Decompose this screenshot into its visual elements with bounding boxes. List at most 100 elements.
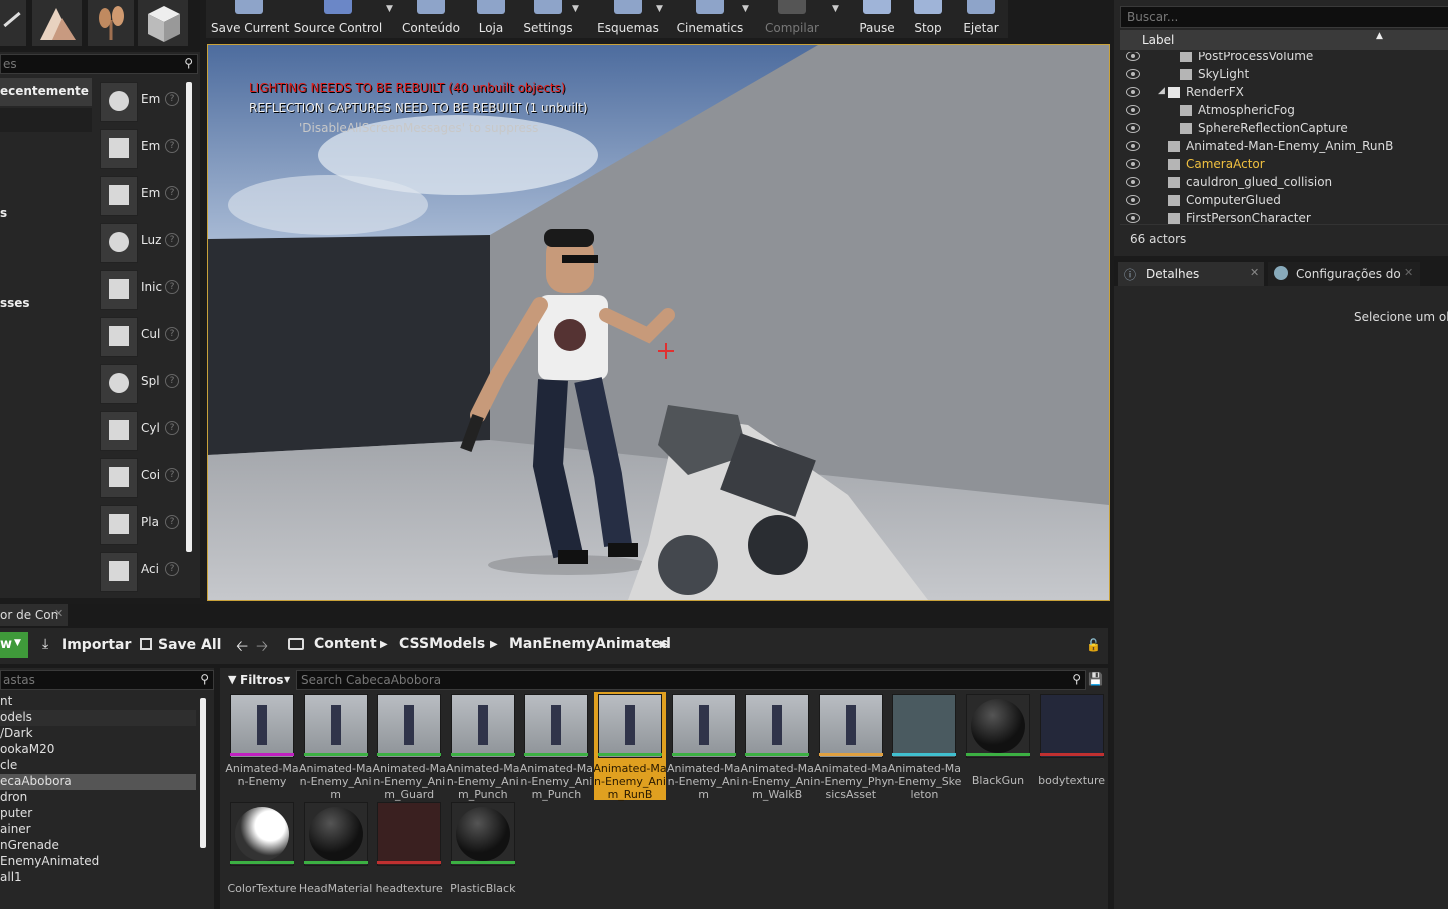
folder-item[interactable]: odels: [0, 710, 196, 726]
folder-item[interactable]: ookaM20: [0, 742, 196, 758]
breadcrumb-separator-icon[interactable]: ▶: [660, 639, 668, 650]
visibility-eye-icon[interactable]: [1126, 195, 1140, 205]
asset-tile[interactable]: headtexture: [375, 802, 443, 906]
asset-tile[interactable]: Animated-Man-Enemy_Anim: [299, 694, 372, 801]
help-icon[interactable]: ?: [165, 421, 179, 435]
source-control-button[interactable]: Source Control: [293, 0, 383, 38]
placement-item[interactable]: Luz?: [96, 221, 182, 263]
folder-item[interactable]: ainer: [0, 822, 196, 838]
folder-item[interactable]: EnemyAnimated: [0, 854, 196, 870]
outliner-row[interactable]: SkyLight: [1120, 66, 1448, 84]
placement-item[interactable]: Em?: [96, 80, 182, 122]
close-icon[interactable]: ✕: [1250, 266, 1259, 279]
visibility-eye-icon[interactable]: [1126, 105, 1140, 115]
breadcrumb-item[interactable]: ManEnemyAnimated: [509, 636, 671, 652]
modes-category-recent[interactable]: ecentemente: [0, 78, 92, 106]
asset-tile[interactable]: ColorTexture: [228, 802, 297, 906]
compilar-button[interactable]: Compilar: [762, 0, 822, 38]
conte-do-button[interactable]: Conteúdo: [400, 0, 462, 38]
help-icon[interactable]: ?: [165, 515, 179, 529]
visibility-eye-icon[interactable]: [1126, 141, 1140, 151]
outliner-row[interactable]: cauldron_glued_collision: [1120, 174, 1448, 192]
chevron-down-icon[interactable]: ▼: [386, 4, 393, 14]
help-icon[interactable]: ?: [165, 139, 179, 153]
placement-item[interactable]: Spl?: [96, 362, 182, 404]
save-all-button[interactable]: Save All: [138, 634, 222, 656]
modes-category[interactable]: [0, 108, 92, 132]
placement-item[interactable]: Coi?: [96, 456, 182, 498]
stop-button[interactable]: Stop: [908, 0, 948, 38]
visibility-eye-icon[interactable]: [1126, 213, 1140, 223]
tab-details[interactable]: ⓘ Detalhes ✕: [1118, 262, 1264, 286]
outliner-search-input[interactable]: Buscar...: [1120, 6, 1448, 28]
help-icon[interactable]: ?: [165, 327, 179, 341]
help-icon[interactable]: ?: [165, 374, 179, 388]
placement-item[interactable]: Inic?: [96, 268, 182, 310]
back-arrow-icon[interactable]: 🡠: [236, 636, 248, 661]
add-new-button[interactable]: w ▼: [0, 632, 28, 658]
breadcrumb-separator-icon[interactable]: ▶: [490, 639, 498, 650]
save-search-icon[interactable]: 💾: [1088, 672, 1103, 686]
esquemas-button[interactable]: Esquemas: [593, 0, 663, 38]
pause-button[interactable]: Pause: [854, 0, 900, 38]
asset-tile[interactable]: bodytexture: [1038, 694, 1106, 798]
modes-category[interactable]: s: [0, 202, 92, 226]
visibility-eye-icon[interactable]: [1126, 177, 1140, 187]
modes-search-input[interactable]: es ⚲: [0, 54, 198, 74]
help-icon[interactable]: ?: [165, 92, 179, 106]
lock-icon[interactable]: 🔓: [1086, 638, 1101, 652]
close-icon[interactable]: ✕: [54, 607, 63, 620]
asset-tile[interactable]: Animated-Man-Enemy_PhysicsAsset: [814, 694, 888, 801]
level-viewport[interactable]: LIGHTING NEEDS TO BE REBUILT (40 unbuilt…: [207, 44, 1110, 601]
settings-button[interactable]: Settings: [520, 0, 576, 38]
mode-tab-landscape-sculpt[interactable]: [32, 0, 82, 46]
help-icon[interactable]: ?: [165, 233, 179, 247]
outliner-row[interactable]: PostProcessVolume: [1120, 52, 1448, 66]
asset-tile[interactable]: BlackGun: [964, 694, 1032, 798]
help-icon[interactable]: ?: [165, 280, 179, 294]
visibility-eye-icon[interactable]: [1126, 87, 1140, 97]
chevron-down-icon[interactable]: ▼: [832, 4, 839, 14]
ejetar-button[interactable]: Ejetar: [958, 0, 1004, 38]
asset-tile[interactable]: Animated-Man-Enemy_Anim_WalkB: [741, 694, 814, 801]
help-icon[interactable]: ?: [165, 186, 179, 200]
chevron-down-icon[interactable]: ▼: [656, 4, 663, 14]
filters-button[interactable]: ▼ Filtros ▼: [226, 670, 292, 690]
forward-arrow-icon[interactable]: 🡢: [256, 636, 268, 661]
folder-item[interactable]: all1: [0, 870, 196, 886]
cinematics-button[interactable]: Cinematics: [675, 0, 745, 38]
folder-search-input[interactable]: astas ⚲: [0, 670, 214, 690]
outliner-row[interactable]: FirstPersonCharacter: [1120, 210, 1448, 224]
outliner-row[interactable]: Animated-Man-Enemy_Anim_RunB: [1120, 138, 1448, 156]
import-button[interactable]: ⤓ Importar: [40, 634, 131, 656]
mode-tab-foliage[interactable]: [88, 0, 134, 46]
placement-item[interactable]: Em?: [96, 174, 182, 216]
asset-tile[interactable]: Animated-Man-Enemy_Anim_Guard: [373, 694, 446, 801]
folder-tree-scrollbar[interactable]: [200, 698, 206, 848]
visibility-eye-icon[interactable]: [1126, 52, 1140, 61]
asset-tile[interactable]: Animated-Man-Enemy_Skeleton: [887, 694, 961, 801]
outliner-row[interactable]: SphereReflectionCapture: [1120, 120, 1448, 138]
asset-search-input[interactable]: Search CabecaAbobora ⚲: [296, 670, 1086, 690]
outliner-row[interactable]: CameraActor: [1120, 156, 1448, 174]
expand-arrow-icon[interactable]: ◢: [1158, 86, 1165, 96]
folder-item[interactable]: nt: [0, 694, 196, 710]
visibility-eye-icon[interactable]: [1126, 69, 1140, 79]
breadcrumb-item[interactable]: CSSModels: [399, 636, 485, 652]
tab-world-settings[interactable]: Configurações do ✕: [1268, 262, 1420, 286]
folder-item[interactable]: /Dark: [0, 726, 196, 742]
folder-item[interactable]: nGrenade: [0, 838, 196, 854]
outliner-column-header[interactable]: Label ▲: [1120, 30, 1448, 50]
folder-item[interactable]: puter: [0, 806, 196, 822]
save-current-button[interactable]: Save Current: [211, 0, 289, 38]
loja-button[interactable]: Loja: [474, 0, 508, 38]
close-icon[interactable]: ✕: [1404, 266, 1413, 279]
asset-tile[interactable]: HeadMaterial: [299, 802, 372, 906]
placement-item[interactable]: Cul?: [96, 315, 182, 357]
asset-tile[interactable]: Animated-Man-Enemy_Anim_Punch: [520, 694, 593, 801]
breadcrumb-separator-icon[interactable]: ▶: [380, 639, 388, 650]
chevron-down-icon[interactable]: ▼: [572, 4, 579, 14]
asset-tile[interactable]: Animated-Man-Enemy_Anim_Punch: [446, 694, 519, 801]
help-icon[interactable]: ?: [165, 468, 179, 482]
outliner-row[interactable]: AtmosphericFog: [1120, 102, 1448, 120]
